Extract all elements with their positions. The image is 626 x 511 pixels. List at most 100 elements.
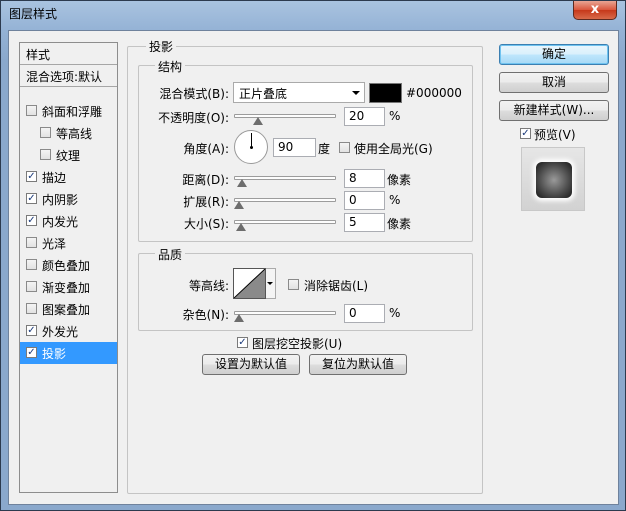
preview-swatch (536, 162, 572, 198)
outer-glow-checkbox[interactable]: ✓ (26, 325, 37, 336)
anti-alias-checkbox[interactable] (288, 279, 299, 290)
spread-input[interactable]: 0 (344, 191, 385, 210)
bevel-emboss-checkbox[interactable] (26, 105, 37, 116)
style-item-label: 纹理 (56, 149, 81, 163)
size-slider-thumb[interactable] (236, 223, 246, 231)
style-item-inner-glow[interactable]: ✓ 内发光 (20, 210, 117, 232)
blend-mode-value: 正片叠底 (239, 87, 288, 101)
drop-shadow-checkbox[interactable]: ✓ (26, 347, 37, 358)
gradient-overlay-checkbox[interactable] (26, 281, 37, 292)
drop-shadow-title: 投影 (146, 38, 177, 55)
contour-preview-icon (234, 269, 265, 298)
contour-picker[interactable] (233, 268, 266, 299)
style-item-contour[interactable]: 等高线 (20, 122, 117, 144)
style-item-label: 描边 (42, 171, 67, 185)
ok-button[interactable]: 确定 (499, 44, 609, 65)
preview-checkbox[interactable]: ✓ (520, 128, 531, 139)
global-light-label: 使用全局光(G) (354, 142, 433, 156)
contour-label: 等高线: (188, 279, 229, 293)
shadow-color-hex: #000000 (406, 86, 462, 100)
texture-checkbox[interactable] (40, 149, 51, 160)
reset-default-button[interactable]: 复位为默认值 (309, 354, 407, 375)
style-preview-thumbnail (521, 147, 585, 211)
style-item-label: 外发光 (42, 325, 79, 339)
style-item-label: 颜色叠加 (42, 259, 91, 273)
noise-label: 杂色(N): (182, 308, 229, 322)
style-item-pattern-overlay[interactable]: 图案叠加 (20, 298, 117, 320)
size-label: 大小(S): (183, 217, 229, 231)
inner-shadow-checkbox[interactable]: ✓ (26, 193, 37, 204)
style-item-label: 光泽 (42, 237, 67, 251)
make-default-button[interactable]: 设置为默认值 (202, 354, 300, 375)
distance-slider[interactable] (234, 176, 336, 187)
global-light-checkbox[interactable] (339, 142, 350, 153)
style-item-label: 内阴影 (42, 193, 79, 207)
styles-header[interactable]: 样式 (20, 43, 117, 65)
stroke-checkbox[interactable]: ✓ (26, 171, 37, 182)
angle-input[interactable]: 90 (273, 138, 316, 157)
layer-style-dialog: 图层样式 x 样式 混合选项:默认 斜面和浮雕 等高线 纹理 ✓ 描边 ✓ 内阴… (0, 0, 626, 511)
spread-label: 扩展(R): (183, 195, 229, 209)
blend-mode-label: 混合模式(B): (159, 87, 229, 101)
contour-dropdown[interactable] (266, 268, 276, 299)
knockout-checkbox[interactable]: ✓ (237, 337, 248, 348)
preview-label: 预览(V) (534, 128, 576, 142)
style-item-outer-glow[interactable]: ✓ 外发光 (20, 320, 117, 342)
style-item-inner-shadow[interactable]: ✓ 内阴影 (20, 188, 117, 210)
style-item-label: 投影 (42, 347, 67, 361)
anti-alias-label: 消除锯齿(L) (304, 279, 369, 293)
style-item-label: 斜面和浮雕 (42, 105, 103, 119)
noise-slider[interactable] (234, 311, 336, 322)
contour-checkbox[interactable] (40, 127, 51, 138)
opacity-input[interactable]: 20 (344, 107, 385, 126)
blending-options-item[interactable]: 混合选项:默认 (20, 65, 117, 87)
cancel-button[interactable]: 取消 (499, 72, 609, 93)
color-overlay-checkbox[interactable] (26, 259, 37, 270)
noise-slider-thumb[interactable] (234, 314, 244, 322)
style-item-stroke[interactable]: ✓ 描边 (20, 166, 117, 188)
new-style-button[interactable]: 新建样式(W)... (499, 100, 609, 121)
structure-title: 结构 (155, 58, 186, 75)
angle-label: 角度(A): (183, 142, 229, 156)
distance-input[interactable]: 8 (344, 169, 385, 188)
angle-dial[interactable] (234, 130, 268, 164)
quality-title: 品质 (155, 246, 186, 263)
style-item-texture[interactable]: 纹理 (20, 144, 117, 166)
spread-slider[interactable] (234, 198, 336, 209)
satin-checkbox[interactable] (26, 237, 37, 248)
knockout-label: 图层挖空投影(U) (252, 337, 343, 351)
window-title: 图层样式 (9, 7, 58, 21)
close-button[interactable]: x (573, 1, 617, 20)
opacity-label: 不透明度(O): (158, 111, 229, 125)
styles-list: 样式 混合选项:默认 斜面和浮雕 等高线 纹理 ✓ 描边 ✓ 内阴影 ✓ 内发光… (19, 42, 118, 493)
style-item-label: 等高线 (56, 127, 93, 141)
noise-unit: % (389, 306, 401, 320)
opacity-slider[interactable] (234, 114, 336, 125)
blend-mode-select[interactable]: 正片叠底 (233, 82, 365, 103)
style-item-color-overlay[interactable]: 颜色叠加 (20, 254, 117, 276)
spread-slider-thumb[interactable] (234, 201, 244, 209)
size-input[interactable]: 5 (344, 213, 385, 232)
angle-dial-center (250, 146, 253, 149)
shadow-color-swatch[interactable] (369, 83, 402, 103)
inner-glow-checkbox[interactable]: ✓ (26, 215, 37, 226)
style-item-bevel-emboss[interactable]: 斜面和浮雕 (20, 100, 117, 122)
chevron-down-icon (267, 282, 273, 285)
style-item-drop-shadow[interactable]: ✓ 投影 (20, 342, 117, 364)
opacity-slider-thumb[interactable] (253, 117, 263, 125)
pattern-overlay-checkbox[interactable] (26, 303, 37, 314)
style-item-satin[interactable]: 光泽 (20, 232, 117, 254)
opacity-unit: % (389, 109, 401, 123)
distance-slider-thumb[interactable] (237, 179, 247, 187)
style-item-gradient-overlay[interactable]: 渐变叠加 (20, 276, 117, 298)
spread-unit: % (389, 193, 401, 207)
noise-input[interactable]: 0 (344, 304, 385, 323)
title-bar[interactable]: 图层样式 x (1, 1, 625, 29)
angle-unit: 度 (318, 142, 331, 156)
size-slider[interactable] (234, 220, 336, 231)
chevron-down-icon (352, 91, 360, 95)
distance-unit: 像素 (387, 173, 412, 187)
dialog-body: 样式 混合选项:默认 斜面和浮雕 等高线 纹理 ✓ 描边 ✓ 内阴影 ✓ 内发光… (8, 30, 619, 505)
style-item-label: 渐变叠加 (42, 281, 91, 295)
size-unit: 像素 (387, 217, 412, 231)
